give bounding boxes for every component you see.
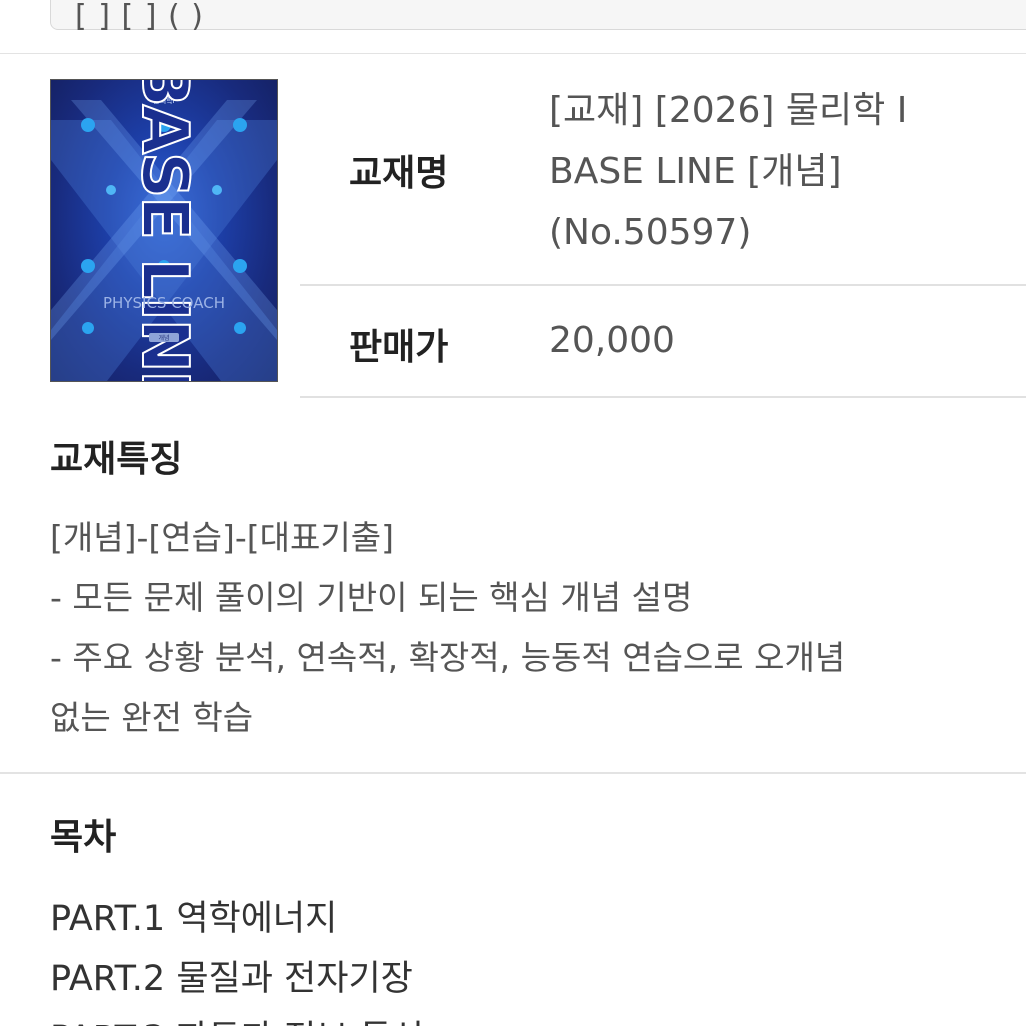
- book-cover-image[interactable]: 물리학Ⅰ BASE LINE PHYSICS COACH 개념: [50, 79, 278, 382]
- price-label: 판매가: [349, 327, 449, 368]
- features-title: 교재특징: [50, 439, 183, 480]
- cover-subtitle: PHYSICS COACH: [103, 294, 225, 312]
- table-divider: [300, 396, 1026, 398]
- cover-badge: 개념: [149, 333, 179, 342]
- price-value: 20,000: [549, 320, 675, 361]
- section-divider: [0, 772, 1026, 774]
- toc-item: PART.2 물질과 전자기장: [50, 959, 413, 999]
- product-detail-page: [ ] [ ] ( ) 물리학Ⅰ BASE LINE PHYSICS COACH…: [0, 0, 1026, 1026]
- toc-item: PART.3 파동과 정보 통신: [50, 1010, 424, 1026]
- book-name-label: 교재명: [349, 153, 449, 194]
- divider: [0, 53, 1026, 54]
- search-bar[interactable]: [ ] [ ] ( ): [50, 0, 1026, 34]
- toc-item: PART.1 역학에너지: [50, 899, 338, 939]
- book-name-value: [교재] [2026] 물리학 Ⅰ BASE LINE [개념] (No.505…: [549, 90, 908, 253]
- feature-line: [개념]-[연습]-[대표기출]: [50, 518, 394, 557]
- toc-title: 목차: [50, 817, 117, 858]
- feature-line: - 주요 상황 분석, 연속적, 확장적, 능동적 연습으로 오개념: [50, 638, 846, 677]
- feature-line: - 모든 문제 풀이의 기반이 되는 핵심 개념 설명: [50, 578, 693, 617]
- feature-line: 없는 완전 학습: [50, 698, 254, 737]
- search-bar-text: [ ] [ ] ( ): [75, 0, 204, 34]
- table-divider: [300, 284, 1026, 286]
